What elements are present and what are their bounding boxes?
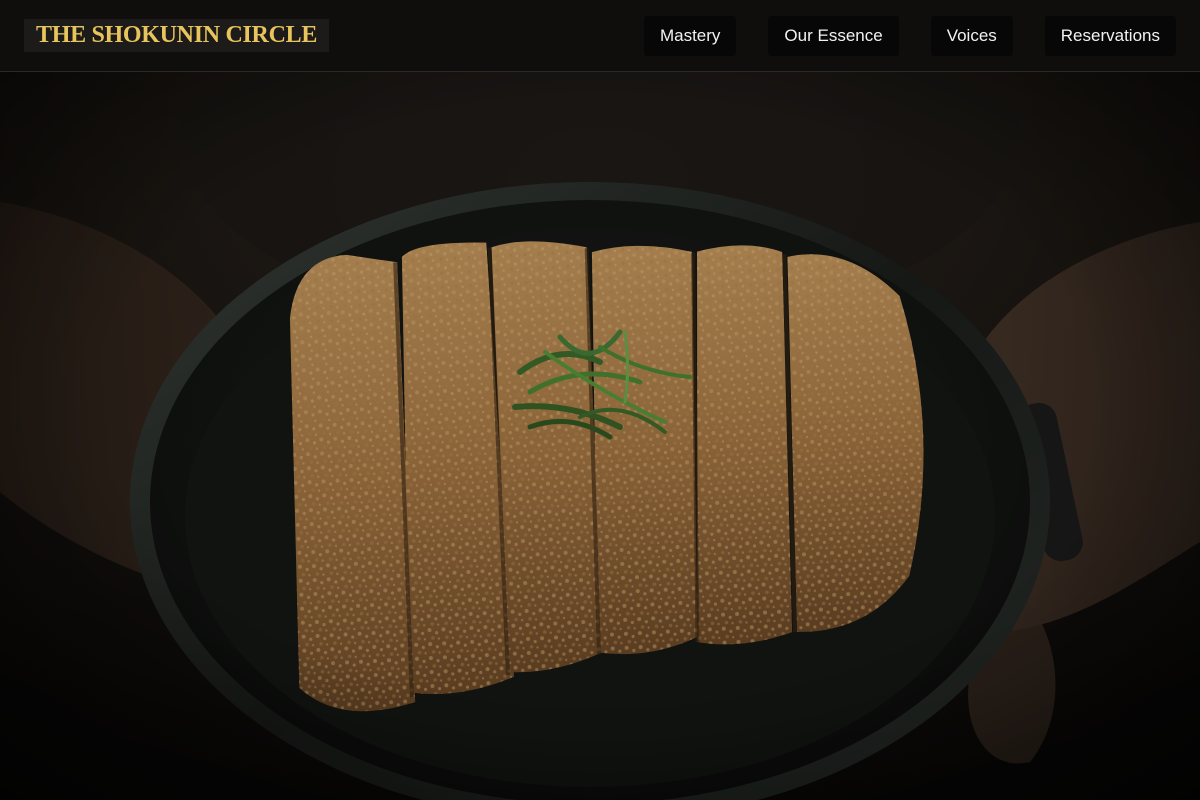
hero-section [0,72,1200,800]
nav-reservations-button[interactable]: Reservations [1044,16,1176,56]
hero-dim-overlay [0,72,1200,800]
nav-mastery-button[interactable]: Mastery [643,16,737,56]
main-nav: Mastery Our Essence Voices Reservations [643,16,1176,56]
nav-voices-button[interactable]: Voices [930,16,1013,56]
brand-logo[interactable]: THE SHOKUNIN CIRCLE [24,19,330,52]
nav-our-essence-button[interactable]: Our Essence [768,16,899,56]
page: THE SHOKUNIN CIRCLE Mastery Our Essence … [0,0,1200,800]
site-header: THE SHOKUNIN CIRCLE Mastery Our Essence … [0,0,1200,72]
